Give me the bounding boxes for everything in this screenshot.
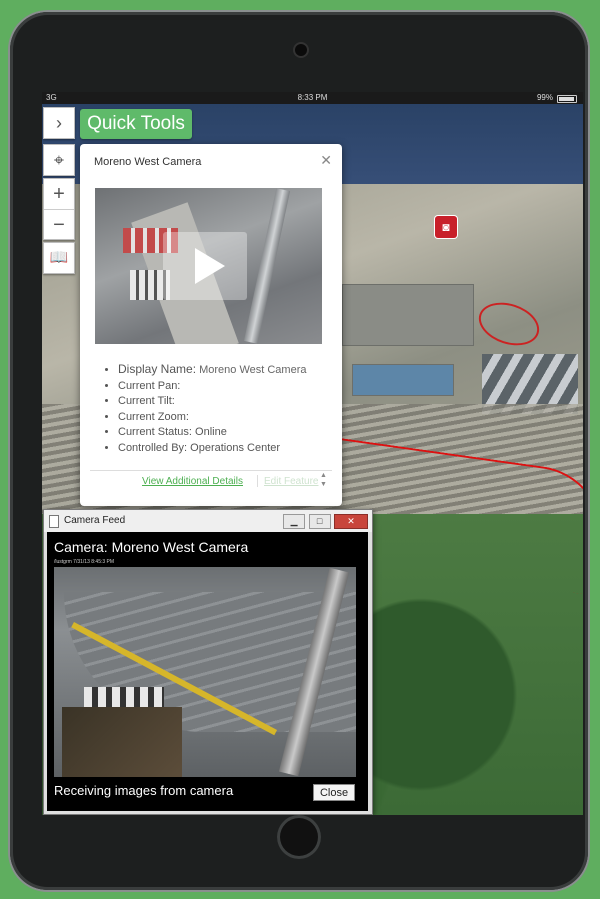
chevron-right-icon: › xyxy=(56,113,62,133)
close-icon[interactable]: ✕ xyxy=(320,152,332,169)
clock: 8:33 PM xyxy=(297,93,328,102)
document-icon xyxy=(49,515,59,528)
window-close-button[interactable]: ✕ xyxy=(334,514,368,529)
close-button[interactable]: Close xyxy=(313,784,355,801)
status-bar: 3G 8:33 PM 99% xyxy=(42,92,583,104)
camera-feed-window: Camera Feed ▁ □ ✕ Camera: Moreno West Ca… xyxy=(43,509,373,815)
view-details-link[interactable]: View Additional Details xyxy=(142,476,243,487)
list-item: Current Zoom: xyxy=(118,410,306,426)
expand-panel-button[interactable]: › xyxy=(43,107,75,139)
feed-timestamp: /lustgrm 7/31/13 8:45:3 PM xyxy=(54,559,115,565)
popup-footer-divider xyxy=(90,470,332,471)
tablet-frame: 3G 8:33 PM 99% ◙ › Quick Tools ⌖ + − 📖 M… xyxy=(10,12,588,890)
feed-body: Camera: Moreno West Camera /lustgrm 7/31… xyxy=(47,532,368,811)
camera-title: Camera: Moreno West Camera xyxy=(54,539,249,555)
crosshair-icon: ⌖ xyxy=(53,150,65,170)
window-titlebar[interactable]: Camera Feed ▁ □ ✕ xyxy=(44,510,372,532)
list-item: Current Pan: xyxy=(118,379,306,395)
thumbnail-pole xyxy=(243,188,291,344)
map-parking-lot xyxy=(342,284,474,346)
link-separator xyxy=(257,475,258,487)
edit-feature-link[interactable]: Edit Feature xyxy=(264,476,318,487)
list-item: Controlled By: Operations Center xyxy=(118,441,306,457)
home-button[interactable] xyxy=(277,815,321,859)
list-item: Display Name: Moreno West Camera xyxy=(118,362,306,379)
window-title: Camera Feed xyxy=(64,515,126,526)
book-icon: 📖 xyxy=(49,249,69,266)
minimize-button[interactable]: ▁ xyxy=(283,514,306,529)
quick-tools-button[interactable]: Quick Tools xyxy=(80,109,192,139)
camera-image xyxy=(54,567,356,777)
battery-icon xyxy=(557,95,577,103)
zoom-out-button[interactable]: − xyxy=(44,209,74,240)
bookmarks-button[interactable]: 📖 xyxy=(43,242,75,274)
window-buttons: ▁ □ ✕ xyxy=(283,511,368,529)
feed-status-text: Receiving images from camera xyxy=(54,783,234,798)
camera-popup: Moreno West Camera ✕ Display Name: Moren… xyxy=(80,144,342,506)
list-item: Current Status: Online xyxy=(118,425,306,441)
zoom-control: + − xyxy=(43,178,75,240)
maximize-button[interactable]: □ xyxy=(308,514,331,529)
detail-list: Display Name: Moreno West Camera Current… xyxy=(118,362,306,456)
zoom-in-button[interactable]: + xyxy=(44,179,74,209)
video-thumbnail[interactable] xyxy=(95,188,322,344)
screen: 3G 8:33 PM 99% ◙ › Quick Tools ⌖ + − 📖 M… xyxy=(42,92,583,815)
popup-title: Moreno West Camera xyxy=(94,156,202,168)
battery-percent: 99% xyxy=(536,93,553,102)
map-containers xyxy=(352,364,454,396)
locate-button[interactable]: ⌖ xyxy=(43,144,75,176)
list-item: Current Tilt: xyxy=(118,394,306,410)
front-camera xyxy=(295,44,307,56)
play-icon[interactable] xyxy=(163,232,247,300)
camera-marker-icon[interactable]: ◙ xyxy=(435,216,457,238)
image-equipment xyxy=(62,707,182,777)
scroll-arrows-icon[interactable]: ▲ ▼ xyxy=(320,471,327,489)
